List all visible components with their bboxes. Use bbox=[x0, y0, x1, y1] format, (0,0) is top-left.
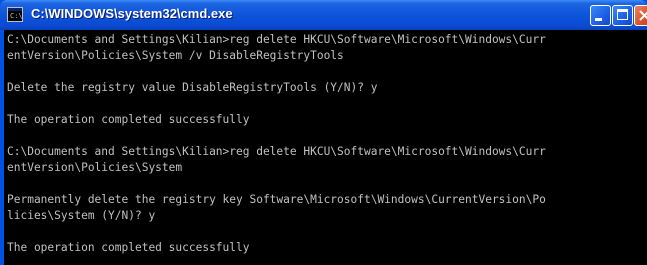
cmd-window: C:\ C:\WINDOWS\system32\cmd.exe C:\Docum… bbox=[0, 0, 647, 265]
maximize-button[interactable] bbox=[612, 5, 633, 26]
close-icon bbox=[639, 10, 647, 21]
cmd-icon[interactable]: C:\ bbox=[7, 7, 23, 22]
title-bar[interactable]: C:\ C:\WINDOWS\system32\cmd.exe bbox=[0, 0, 647, 30]
minimize-button[interactable] bbox=[590, 5, 611, 26]
console-line: The operation completed successfully bbox=[7, 113, 250, 126]
console-line: The operation completed successfully bbox=[7, 241, 250, 254]
console-line: entVersion\Policies\System /v DisableReg… bbox=[7, 49, 344, 62]
window-title: C:\WINDOWS\system32\cmd.exe bbox=[31, 6, 233, 21]
console-line: Permanently delete the registry key Soft… bbox=[7, 193, 546, 206]
maximize-icon bbox=[617, 9, 628, 20]
console-line: C:\Documents and Settings\Kilian>reg del… bbox=[7, 33, 546, 46]
console-line: C:\Documents and Settings\Kilian>reg del… bbox=[7, 145, 546, 158]
console-line: licies\System (Y/N)? y bbox=[7, 209, 156, 222]
console-output[interactable]: C:\Documents and Settings\Kilian>reg del… bbox=[4, 30, 647, 265]
console-line: Delete the registry value DisableRegistr… bbox=[7, 81, 378, 94]
minimize-icon bbox=[595, 18, 602, 21]
close-button[interactable] bbox=[634, 5, 647, 26]
console-line: entVersion\Policies\System bbox=[7, 161, 183, 174]
